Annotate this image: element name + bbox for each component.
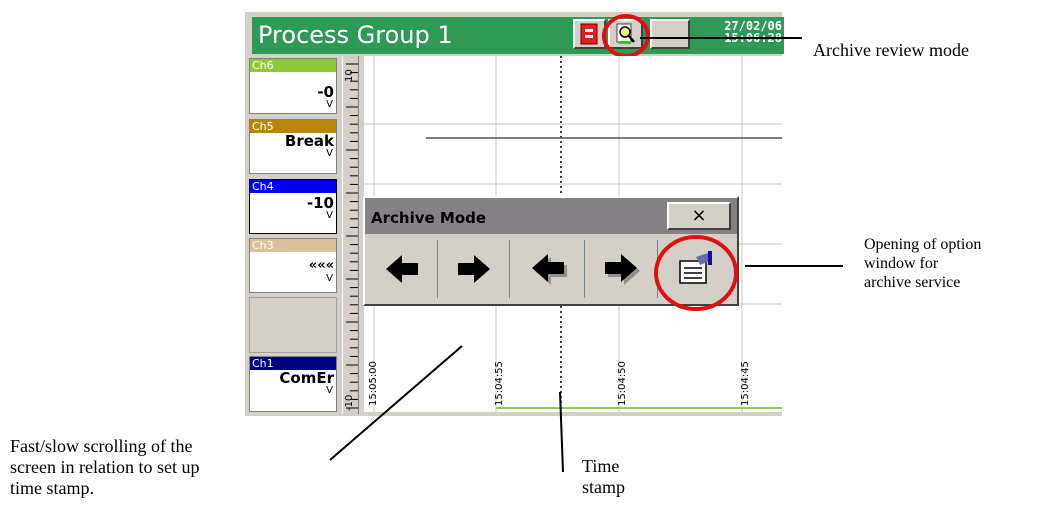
annotation-line: Opening of option — [864, 236, 982, 253]
annotation-line: Fast/slow scrolling of the — [10, 436, 193, 456]
annotation-scrolling: Fast/slow scrolling of the screen in rel… — [10, 436, 199, 499]
annotation-time-stamp: Time stamp — [582, 456, 625, 498]
annotation-archive-review: Archive review mode — [813, 40, 969, 60]
annotation-line: Time — [582, 456, 620, 476]
annotation-line: stamp — [582, 477, 625, 497]
annotation-options-window: Opening of option window for archive ser… — [864, 235, 981, 292]
annotation-line: window for — [864, 255, 939, 272]
annotation-line: time stamp. — [10, 478, 94, 498]
annotation-line: archive service — [864, 274, 961, 291]
annotation-line: screen in relation to set up — [10, 457, 200, 477]
